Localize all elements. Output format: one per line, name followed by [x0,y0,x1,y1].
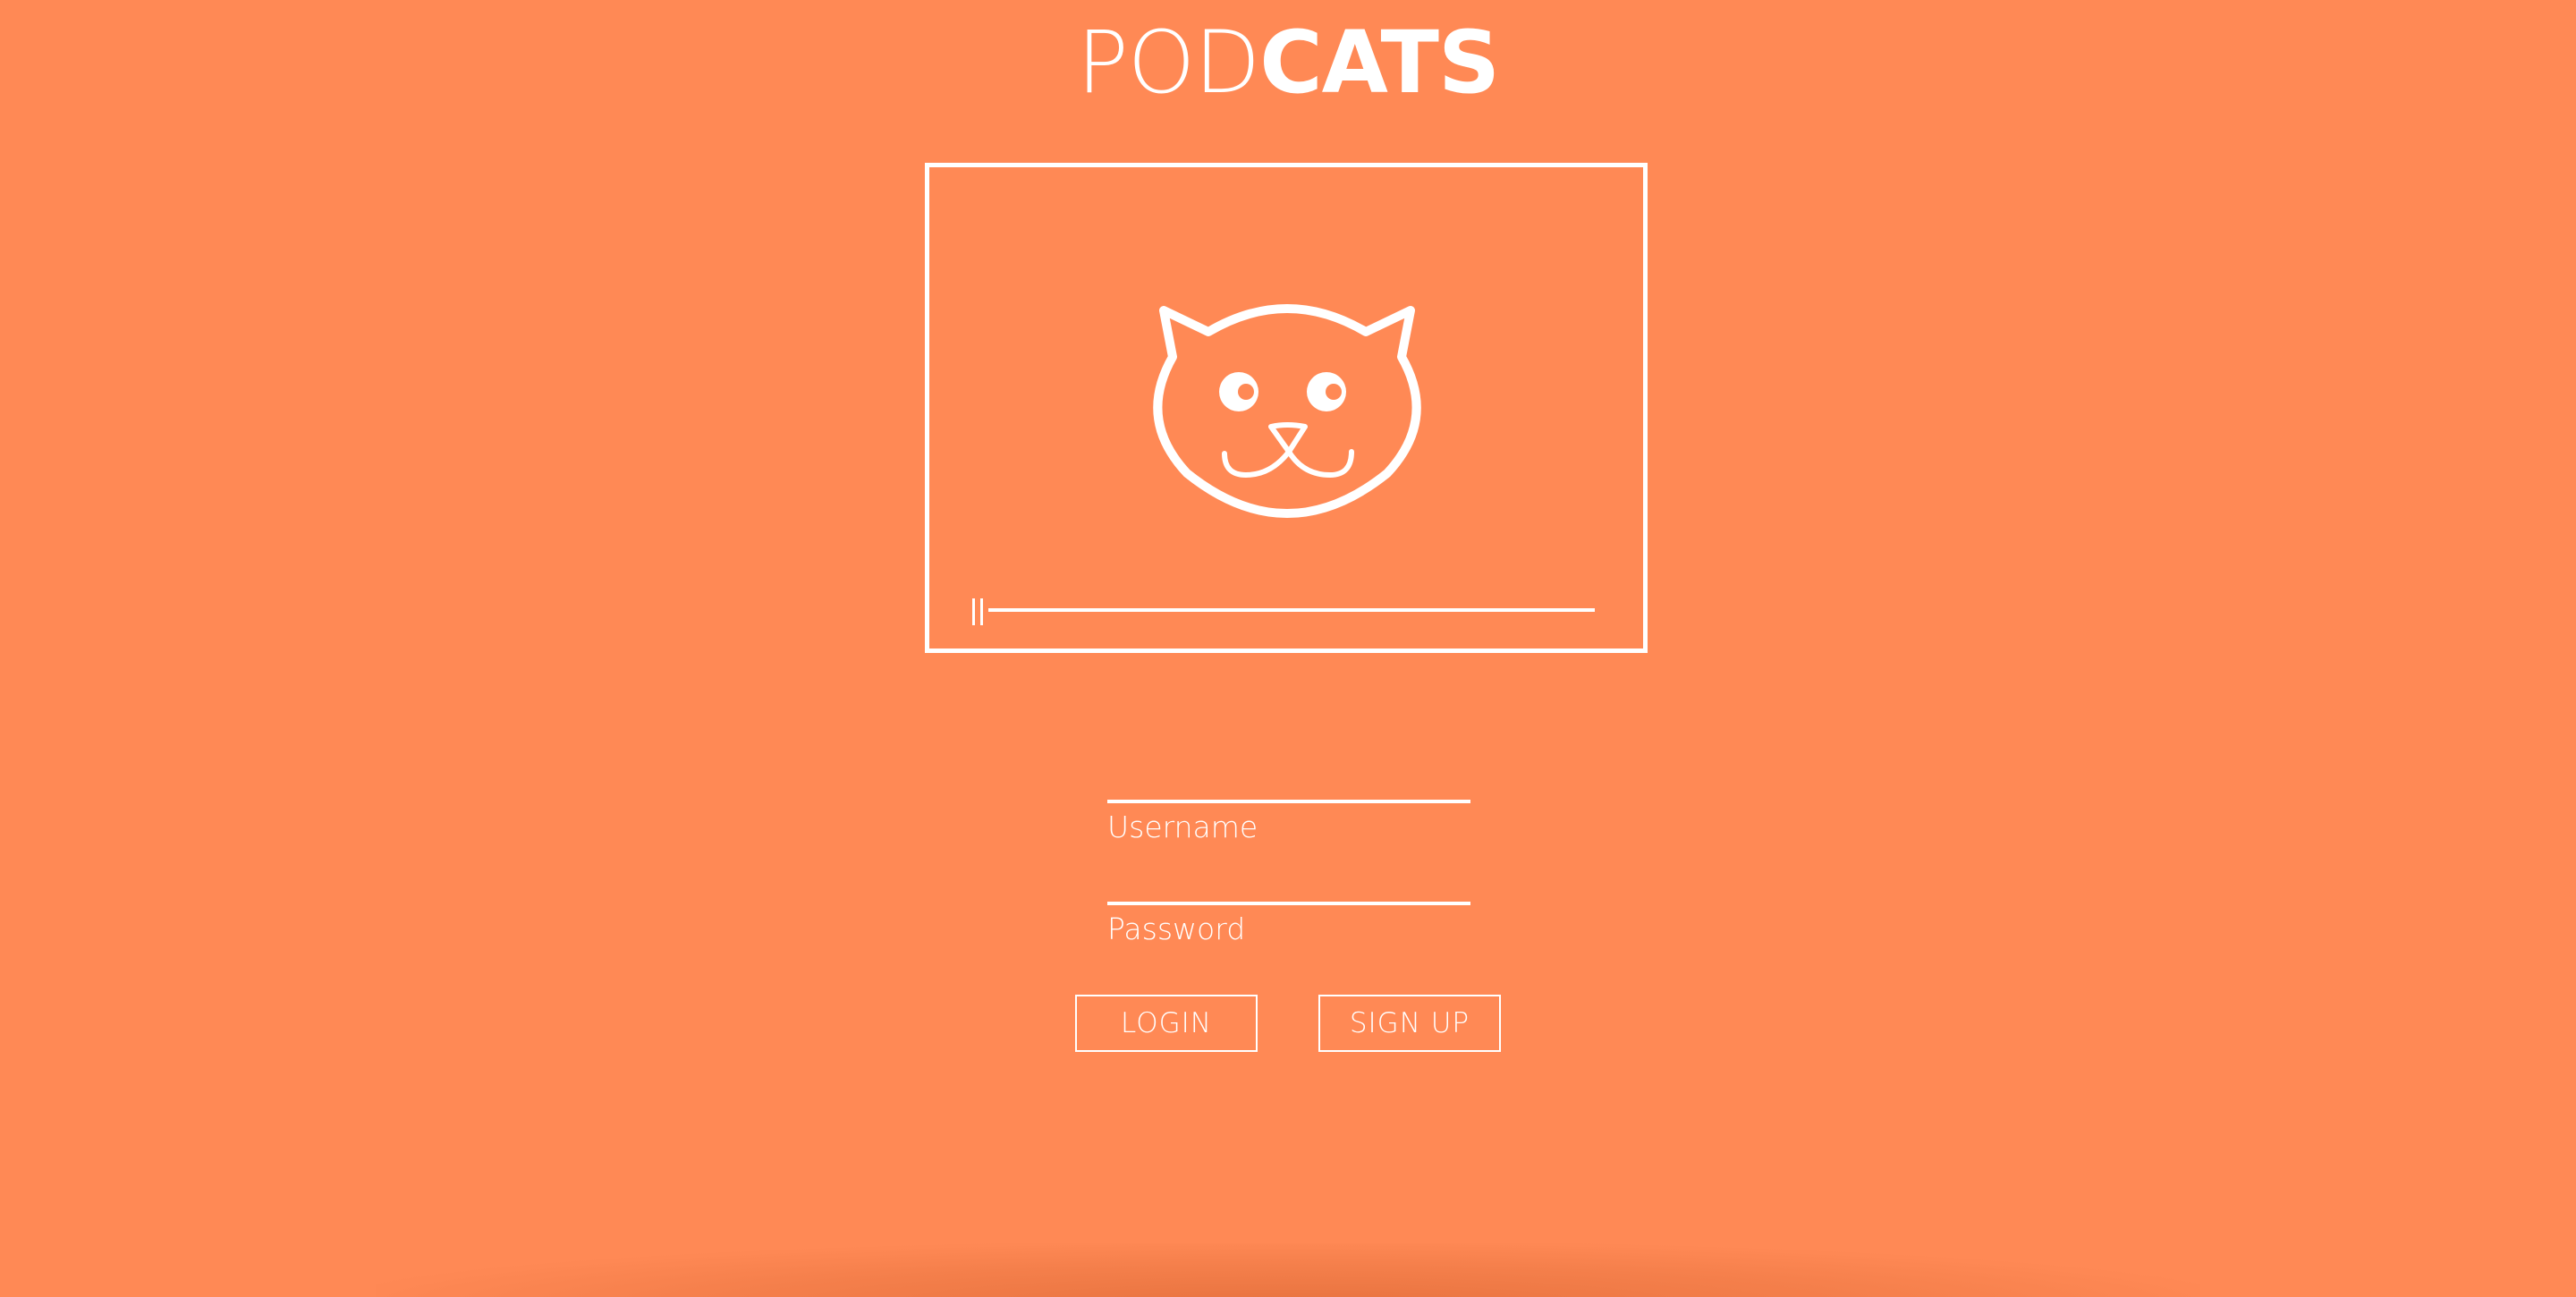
password-group: Password [1107,869,1470,948]
logo-suffix: CATS [1259,13,1500,113]
password-label: Password [1107,911,1246,946]
logo-prefix: POD [1076,13,1260,113]
signup-button[interactable]: SIGN UP [1318,995,1501,1052]
pause-icon-bar-right [980,598,983,625]
podcast-player [925,163,1648,653]
cat-face-icon [1153,304,1421,518]
username-input[interactable] [1107,767,1470,803]
username-label: Username [1107,810,1258,844]
progress-track[interactable] [988,608,1595,612]
login-button[interactable]: LOGIN [1075,995,1258,1052]
app-logo: PODCATS [0,11,2576,114]
password-input[interactable] [1107,869,1470,905]
pause-button[interactable] [972,598,983,625]
username-group: Username [1107,767,1470,846]
bottom-shadow [376,1243,2200,1297]
pause-icon-bar-left [972,598,975,625]
